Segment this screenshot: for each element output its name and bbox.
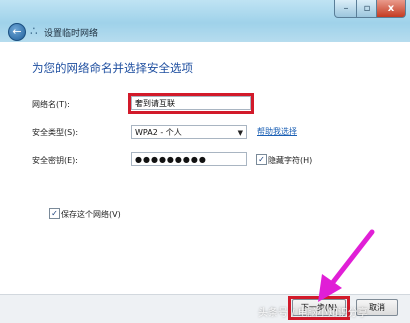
wizard-window: – ▫ x ← ∴ 设置临时网络 为您的网络命名并选择安全选项 网络名(T): … [0,0,410,323]
annotation-arrow-icon [318,229,375,302]
watermark: 头条号 / 电脑小知识分享 [258,308,368,319]
